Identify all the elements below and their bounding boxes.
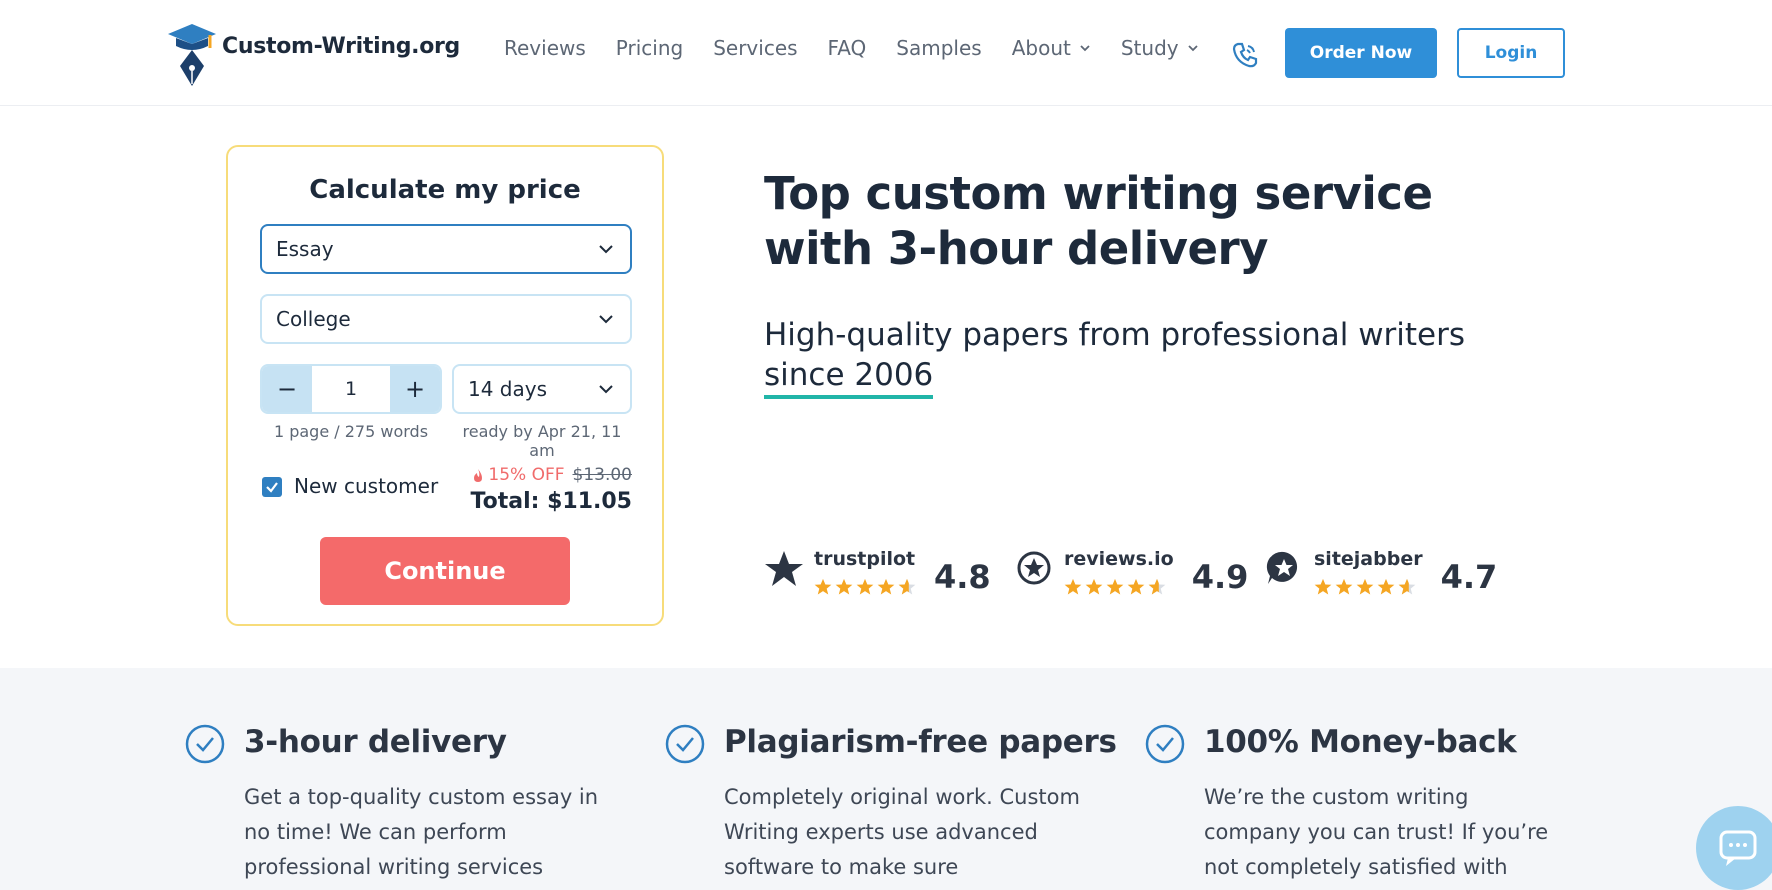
check-circle-icon — [665, 724, 705, 764]
pages-hint: 1 page / 275 words — [273, 422, 429, 441]
nav-label: Pricing — [615, 36, 684, 60]
nav-label: Study — [1120, 36, 1179, 60]
continue-button[interactable]: Continue — [320, 537, 570, 605]
academic-level-select[interactable]: College — [260, 294, 632, 344]
increase-pages-button[interactable]: + — [390, 366, 440, 412]
logo-text: Custom-Writing.org — [222, 33, 461, 59]
login-button[interactable]: Login — [1457, 28, 1565, 78]
main-nav: Reviews Pricing Services FAQ Samples Abo… — [504, 36, 1199, 60]
nav-label: Services — [713, 36, 798, 60]
star-icon — [1356, 578, 1374, 595]
chevron-down-icon — [599, 245, 613, 254]
rating-stars — [1064, 578, 1174, 596]
rating-trustpilot[interactable]: trustpilot 4.8 — [764, 548, 1014, 596]
star-icon — [877, 578, 895, 595]
star-icon — [1314, 578, 1332, 595]
new-customer-checkbox[interactable] — [262, 477, 282, 497]
nav-faq[interactable]: FAQ — [828, 36, 867, 60]
deadline-select[interactable]: 14 days — [452, 364, 632, 414]
nav-label: FAQ — [827, 36, 867, 60]
features-section: 3-hour delivery Get a top-quality custom… — [0, 668, 1772, 890]
hero-title-line: with 3-hour delivery — [764, 222, 1269, 275]
star-icon — [1064, 578, 1082, 595]
feature-text: We’re the custom writing company you can… — [1204, 785, 1549, 879]
site-header: Custom-Writing.org Reviews Pricing Servi… — [0, 0, 1772, 106]
nav-about[interactable]: About — [1012, 36, 1091, 60]
half-star-icon — [1148, 578, 1166, 595]
chevron-down-icon — [1080, 45, 1090, 52]
total-price: Total: $11.05 — [470, 489, 632, 514]
chevron-down-icon — [599, 315, 613, 324]
rating-reviews-io[interactable]: reviews.io 4.9 — [1014, 548, 1264, 596]
feature-text: Completely original work. Custom Writing… — [724, 785, 1080, 879]
rating-source-name: reviews.io — [1064, 548, 1174, 570]
check-circle-icon — [1145, 724, 1185, 764]
academic-level-value: College — [276, 307, 351, 331]
paper-type-value: Essay — [276, 237, 334, 261]
nav-study[interactable]: Study — [1121, 36, 1199, 60]
new-customer-label[interactable]: New customer — [294, 474, 438, 498]
discount-line: 15% OFF $13.00 — [472, 465, 632, 485]
hero-title: Top custom writing service with 3-hour d… — [764, 166, 1464, 276]
old-price: $13.00 — [572, 465, 632, 485]
half-star-icon — [898, 578, 916, 595]
order-now-button[interactable]: Order Now — [1285, 28, 1437, 78]
graduation-pen-logo-icon — [168, 24, 216, 86]
phone-icon[interactable] — [1230, 40, 1260, 70]
star-icon — [814, 578, 832, 595]
nav-reviews[interactable]: Reviews — [504, 36, 586, 60]
rating-score: 4.8 — [934, 558, 991, 596]
hero-title-line: Top custom writing service — [764, 167, 1433, 220]
hero-subtitle-line: High-quality papers from professional wr… — [764, 317, 1466, 353]
logo[interactable]: Custom-Writing.org — [164, 20, 460, 86]
rating-source-name: trustpilot — [814, 548, 916, 570]
decrease-pages-button[interactable]: − — [262, 366, 312, 412]
half-star-icon — [1398, 578, 1416, 595]
check-circle-icon — [185, 724, 225, 764]
rating-stars — [1314, 578, 1423, 596]
hero-subtitle: High-quality papers from professional wr… — [764, 315, 1484, 399]
star-icon — [1106, 578, 1124, 595]
pages-input[interactable]: 1 — [312, 366, 390, 412]
checkmark-icon — [266, 482, 278, 493]
trustpilot-star-icon — [765, 551, 803, 586]
chevron-down-icon — [599, 385, 613, 394]
nav-pricing[interactable]: Pricing — [616, 36, 683, 60]
price-calculator: Calculate my price Essay College − 1 + 1… — [226, 145, 664, 626]
chevron-down-icon — [1187, 45, 1198, 52]
flame-icon — [474, 468, 483, 482]
chat-button[interactable] — [1696, 806, 1772, 890]
nav-label: Samples — [896, 36, 982, 60]
deadline-value: 14 days — [468, 377, 548, 401]
nav-label: About — [1011, 36, 1071, 60]
rating-sitejabber[interactable]: sitejabber 4.7 — [1264, 548, 1514, 596]
reviews-io-icon — [1017, 551, 1051, 585]
feature-text: Get a top-quality custom essay in no tim… — [244, 785, 599, 879]
hero-subtitle-highlight: since 2006 — [764, 357, 934, 399]
nav-samples[interactable]: Samples — [896, 36, 981, 60]
star-icon — [1335, 578, 1353, 595]
feature-title: Plagiarism-free papers — [724, 724, 1117, 760]
ratings-row: trustpilot 4.8 reviews.io 4.9 sitejabber… — [764, 548, 1514, 596]
rating-score: 4.9 — [1191, 558, 1249, 596]
star-icon — [1377, 578, 1395, 595]
nav-services[interactable]: Services — [713, 36, 797, 60]
feature-title: 100% Money-back — [1204, 724, 1517, 760]
chat-bubble-icon — [1719, 830, 1757, 866]
ready-by-hint: ready by Apr 21, 11 am — [462, 422, 622, 460]
rating-source-name: sitejabber — [1314, 548, 1423, 570]
sitejabber-icon — [1266, 551, 1298, 584]
pages-stepper: − 1 + — [260, 364, 442, 414]
star-icon — [835, 578, 853, 595]
feature-title: 3-hour delivery — [244, 724, 507, 760]
nav-label: Reviews — [504, 36, 586, 60]
star-icon — [1085, 578, 1103, 595]
rating-stars — [814, 578, 916, 596]
calculator-title: Calculate my price — [309, 175, 581, 205]
discount-percent: 15% OFF — [488, 465, 565, 485]
paper-type-select[interactable]: Essay — [260, 224, 632, 274]
star-icon — [1127, 578, 1145, 595]
star-icon — [856, 578, 874, 595]
rating-score: 4.7 — [1440, 558, 1498, 596]
